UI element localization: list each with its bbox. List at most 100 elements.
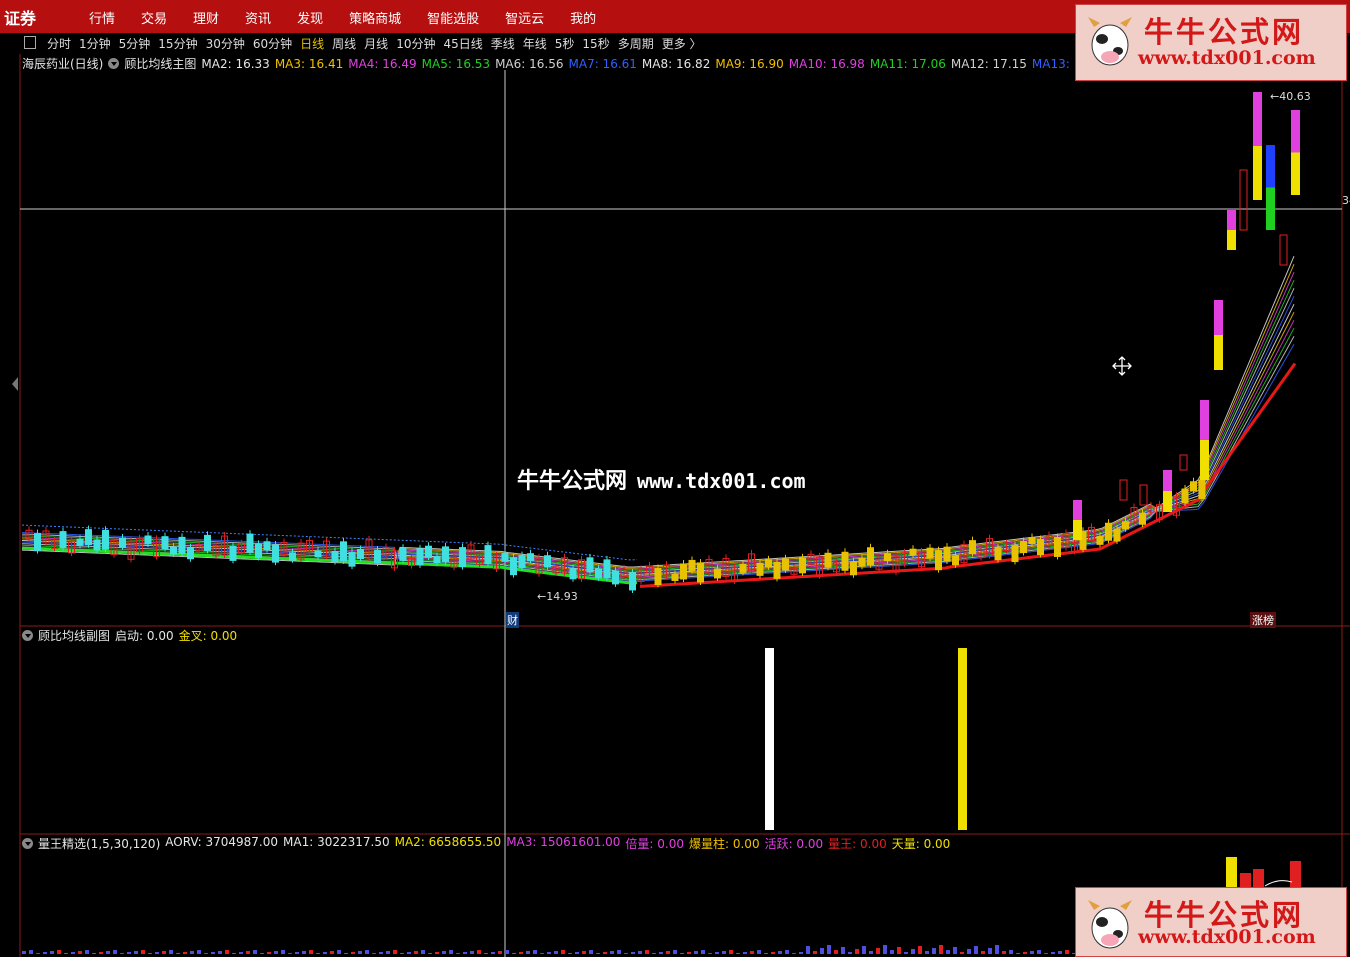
volume-bar: [953, 947, 957, 954]
candle-body: [289, 552, 296, 561]
sub2-dropdown-icon[interactable]: [22, 838, 33, 849]
candle-body: [102, 529, 109, 550]
main-indicator-name[interactable]: 顾比均线主图: [124, 55, 196, 72]
candle-body: [926, 547, 934, 559]
candle-body: [272, 544, 279, 563]
volume-bar: [582, 951, 586, 954]
legend-value: MA6: 16.56: [495, 56, 564, 71]
candle-body: [612, 570, 619, 585]
rally-candle-bottom: [1253, 146, 1262, 200]
indicator-dropdown-icon[interactable]: [108, 58, 120, 69]
volume-bar: [701, 950, 705, 954]
main-chart-legend: 海辰药业(日线) 顾比均线主图 MA2: 16.33 MA3: 16.41 MA4:…: [22, 55, 1118, 72]
volume-bar: [225, 950, 229, 954]
right-axis-label: 34: [1342, 194, 1350, 207]
volume-bar: [43, 952, 47, 954]
volume-bar: [435, 952, 439, 954]
candle-body: [246, 533, 254, 553]
volume-bar: [302, 951, 306, 954]
volume-bar: [288, 953, 292, 954]
volume-bar: [386, 951, 390, 954]
rally-candle-bottom: [1200, 440, 1209, 480]
rally-candle-bottom: [1214, 335, 1223, 370]
volume-bar: [155, 952, 159, 954]
volume-bar: [911, 949, 915, 954]
move-cursor-icon: [1112, 356, 1132, 376]
candle-body: [1122, 521, 1129, 530]
candle-body: [969, 540, 976, 555]
candle-body: [255, 543, 262, 558]
volume-bar: [29, 950, 33, 954]
volume-bar: [309, 950, 313, 954]
sub1-dropdown-icon[interactable]: [22, 630, 33, 641]
rally-candle-top: [1163, 470, 1172, 491]
volume-bar: [750, 951, 754, 954]
volume-bar: [281, 950, 285, 954]
volume-bar: [183, 952, 187, 954]
volume-bar: [246, 951, 250, 954]
hollow-candle: [1239, 169, 1248, 231]
candle-body: [187, 547, 194, 560]
volume-bar: [106, 951, 110, 954]
candle-body: [399, 547, 407, 561]
volume-bar: [841, 947, 845, 954]
volume-bar: [778, 951, 782, 954]
candle-body: [782, 558, 789, 571]
candle-body: [425, 545, 432, 558]
candle-body: [93, 539, 101, 551]
volume-bar: [995, 945, 999, 954]
candle-body: [629, 572, 636, 591]
volume-bar: [554, 951, 558, 954]
volume-bar: [407, 952, 411, 954]
volume-bar: [421, 950, 425, 954]
candle-body: [765, 559, 772, 568]
legend-value: MA3: 16.41: [274, 56, 344, 71]
candle-body: [59, 531, 67, 549]
volume-bar: [337, 950, 341, 954]
sub2-indicator-name[interactable]: 量王精选(1,5,30,120): [38, 835, 160, 852]
high-price-label: ←40.63: [1270, 90, 1311, 103]
volume-bar: [848, 952, 852, 954]
candle-body: [824, 552, 832, 568]
volume-bar: [547, 952, 551, 954]
volume-bar: [204, 953, 208, 954]
candle-body: [697, 562, 704, 583]
volume-bar: [169, 950, 173, 954]
volume-bar: [358, 951, 362, 954]
volume-bar: [855, 949, 859, 954]
candle-body: [433, 556, 441, 564]
volume-bar: [428, 953, 432, 954]
candle-body: [85, 529, 92, 546]
legend-value: 天量: 0.00: [891, 837, 951, 851]
volume-bar: [540, 953, 544, 954]
candle-body: [331, 550, 339, 562]
candle-body: [688, 559, 696, 571]
volume-bar: [624, 953, 628, 954]
candle-body: [994, 547, 1002, 561]
candle-body: [1096, 535, 1104, 545]
candle-body: [442, 546, 449, 563]
volume-bar: [218, 951, 222, 954]
candle-body: [603, 559, 611, 579]
candle-body: [340, 541, 347, 562]
volume-bar-large: [1226, 857, 1237, 887]
ma-line: [21, 287, 1295, 573]
candle-body: [1181, 488, 1189, 504]
sub1-indicator-name[interactable]: 顾比均线副图: [38, 627, 110, 644]
candle-body: [1037, 539, 1044, 555]
finance-tag[interactable]: 财: [506, 612, 519, 628]
candle-body: [34, 533, 41, 552]
volume-bar: [400, 953, 404, 954]
candle-body: [841, 551, 849, 571]
candle-body: [119, 537, 126, 548]
volume-bar: [1023, 952, 1027, 954]
volume-bar: [610, 951, 614, 954]
volume-bar: [211, 952, 215, 954]
corner-url: www.tdx001.com: [1138, 47, 1316, 69]
volume-bar: [1065, 950, 1069, 954]
volume-bar: [414, 951, 418, 954]
candle-body: [884, 553, 891, 562]
volume-bar: [652, 953, 656, 954]
limit-up-tag[interactable]: 涨榜: [1250, 612, 1276, 628]
sub1-values: 启动: 0.00 金叉: 0.00: [115, 627, 242, 644]
